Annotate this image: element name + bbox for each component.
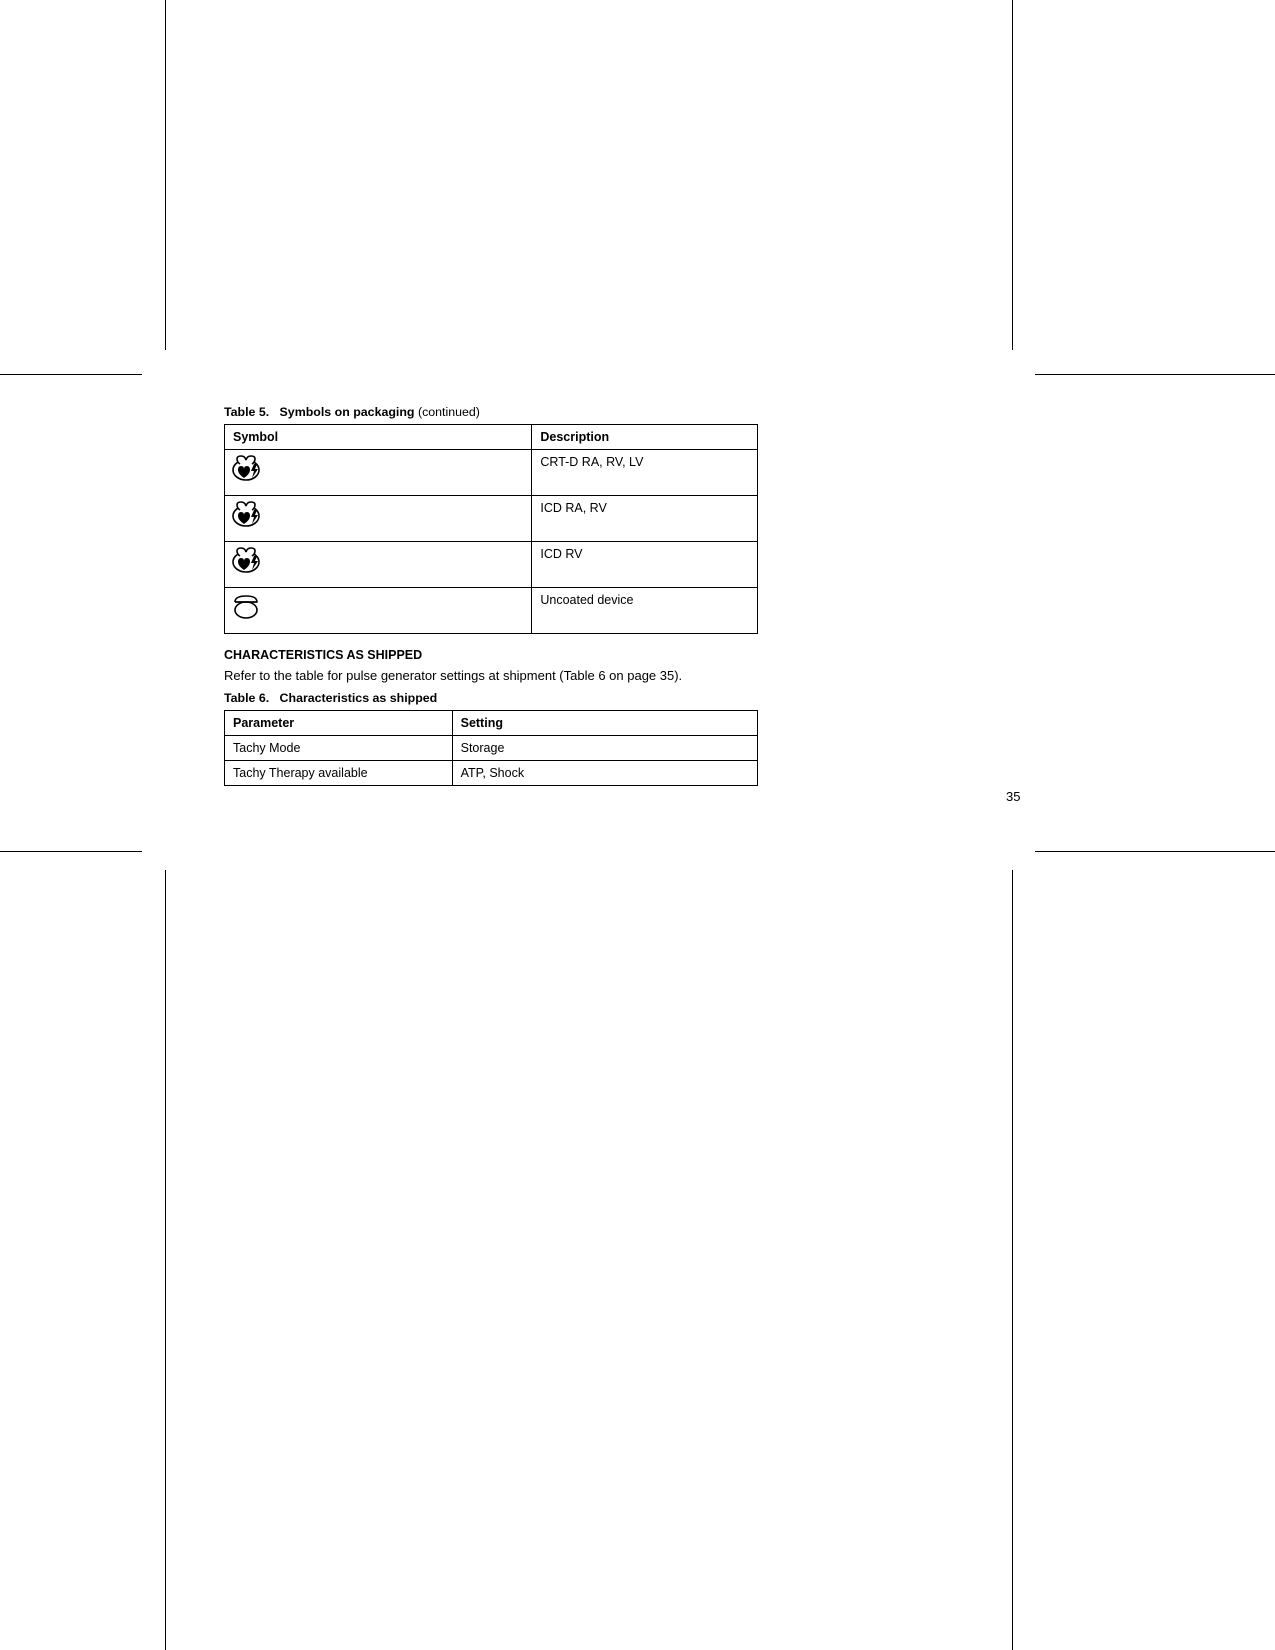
table5-symbol-cell [225, 588, 532, 634]
crop-mark [165, 0, 166, 350]
page-content: Table 5. Symbols on packaging (continued… [224, 405, 980, 800]
page-number: 35 [1006, 789, 1020, 804]
table6-header-parameter: Parameter [225, 711, 453, 736]
table6-parameter-cell: Tachy Mode [225, 736, 453, 761]
table-row: CRT-D RA, RV, LV [225, 450, 758, 496]
table6-header-row: Parameter Setting [225, 711, 758, 736]
table6-header-setting: Setting [452, 711, 757, 736]
section-body: Refer to the table for pulse generator s… [224, 668, 980, 683]
table-row: ICD RV [225, 542, 758, 588]
table6: Parameter Setting Tachy Mode Storage Tac… [224, 710, 758, 786]
table5-header-symbol: Symbol [225, 425, 532, 450]
capsule-icon [231, 592, 525, 622]
table5-description-cell: ICD RV [532, 542, 758, 588]
table5-caption-suffix: (continued) [415, 405, 480, 419]
crop-mark [165, 870, 166, 1650]
heart-bolt-icon [231, 500, 525, 528]
crop-mark [1012, 0, 1013, 350]
trim-line [1035, 374, 1275, 375]
table5-description-cell: Uncoated device [532, 588, 758, 634]
table6-caption-prefix: Table 6. [224, 691, 269, 705]
table-row: Tachy Therapy available ATP, Shock [225, 761, 758, 786]
table6-parameter-cell: Tachy Therapy available [225, 761, 453, 786]
table5-caption-prefix: Table 5. [224, 405, 269, 419]
table5-symbol-cell [225, 496, 532, 542]
table-row: ICD RA, RV [225, 496, 758, 542]
table-row: Tachy Mode Storage [225, 736, 758, 761]
trim-line [1035, 851, 1275, 852]
table5-header-description: Description [532, 425, 758, 450]
heart-bolt-icon [231, 454, 525, 482]
table6-caption-title: Characteristics as shipped [280, 691, 438, 705]
table5-caption: Table 5. Symbols on packaging (continued… [224, 405, 980, 419]
section-heading: CHARACTERISTICS AS SHIPPED [224, 648, 980, 662]
table5-symbol-cell [225, 542, 532, 588]
table6-caption: Table 6. Characteristics as shipped [224, 691, 980, 705]
heart-bolt-icon [231, 546, 525, 574]
table-row: Uncoated device [225, 588, 758, 634]
table6-setting-cell: ATP, Shock [452, 761, 757, 786]
trim-line [0, 374, 142, 375]
table5-description-cell: ICD RA, RV [532, 496, 758, 542]
table5-header-row: Symbol Description [225, 425, 758, 450]
crop-mark [1012, 870, 1013, 1650]
table5-caption-title: Symbols on packaging [280, 405, 415, 419]
table5-symbol-cell [225, 450, 532, 496]
trim-line [0, 851, 142, 852]
table5: Symbol Description CRT-D RA, RV, LV [224, 424, 758, 634]
table6-setting-cell: Storage [452, 736, 757, 761]
table5-description-cell: CRT-D RA, RV, LV [532, 450, 758, 496]
